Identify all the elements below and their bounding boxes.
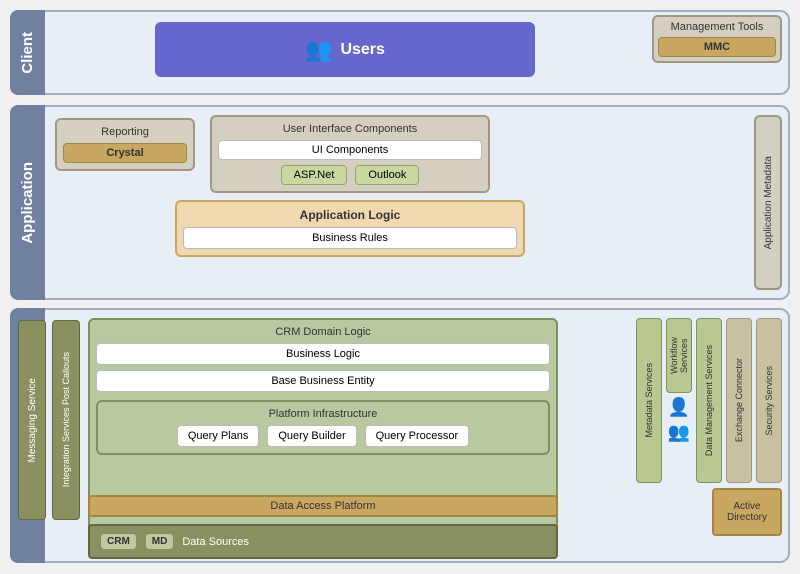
- mmc-box: MMC: [658, 37, 776, 57]
- messaging-service: Messaging Service: [18, 320, 46, 520]
- security-bar: Security Services: [756, 318, 782, 483]
- app-label: Application: [19, 162, 36, 244]
- ui-components-title: User Interface Components: [218, 123, 482, 135]
- reporting-title: Reporting: [63, 126, 187, 138]
- workflow-icons: 👤: [668, 397, 690, 418]
- exchange-label: Exchange Connector: [734, 358, 744, 442]
- workflow-icon2: 👥: [668, 422, 690, 443]
- users-box: 👥 Users: [155, 22, 535, 77]
- business-rules-box: Business Rules: [183, 227, 517, 249]
- platform-row: Query Plans Query Builder Query Processo…: [104, 425, 542, 447]
- base-entity-box: Base Business Entity: [96, 370, 550, 392]
- metadata-svc-label: Metadata Services: [644, 363, 654, 438]
- crystal-box: Crystal: [63, 143, 187, 163]
- workflow-svc-group: Workflow Services 👤 👥: [666, 318, 692, 483]
- data-mgmt-bar: Data Management Services: [696, 318, 722, 483]
- architecture-diagram: Client 👥 Users Management Tools MMC Appl…: [0, 0, 800, 574]
- workflow-svc-bar: Workflow Services: [666, 318, 692, 393]
- data-access-platform: Data Access Platform: [88, 495, 558, 517]
- security-label: Security Services: [764, 366, 774, 436]
- aspnet-item: ASP.Net: [281, 165, 348, 185]
- app-logic-box: Application Logic Business Rules: [175, 200, 525, 257]
- query-processor: Query Processor: [365, 425, 470, 447]
- crm-badge: CRM: [100, 533, 137, 550]
- app-logic-title: Application Logic: [183, 208, 517, 222]
- md-badge: MD: [145, 533, 175, 550]
- messaging-label: Messaging Service: [27, 378, 38, 462]
- management-tools: Management Tools MMC: [652, 15, 782, 63]
- ui-components-box: User Interface Components UI Components …: [210, 115, 490, 193]
- app-label-strip: Application: [10, 105, 45, 300]
- app-metadata: Application Metadata: [754, 115, 782, 290]
- users-icon: 👥: [305, 37, 332, 63]
- crm-domain-title: CRM Domain Logic: [96, 326, 550, 338]
- integration-service: Integration Services Post Callouts: [52, 320, 80, 520]
- ui-row: ASP.Net Outlook: [218, 165, 482, 185]
- query-builder: Query Builder: [267, 425, 356, 447]
- data-sources-label: Data Sources: [182, 536, 249, 548]
- active-directory: Active Directory: [712, 488, 782, 536]
- data-access-label: Data Access Platform: [270, 500, 375, 512]
- platform-infra: Platform Infrastructure Query Plans Quer…: [96, 400, 550, 455]
- users-label: Users: [340, 41, 384, 59]
- business-logic-box: Business Logic: [96, 343, 550, 365]
- app-metadata-label: Application Metadata: [763, 156, 774, 249]
- integration-label: Integration Services Post Callouts: [61, 352, 71, 487]
- metadata-svc-bar: Metadata Services: [636, 318, 662, 483]
- reporting-box: Reporting Crystal: [55, 118, 195, 171]
- outlook-item: Outlook: [355, 165, 419, 185]
- active-dir-label: Active Directory: [714, 501, 780, 523]
- workflow-svc-label: Workflow Services: [669, 319, 689, 392]
- ui-components-inner: UI Components: [218, 140, 482, 160]
- data-mgmt-label: Data Management Services: [704, 345, 714, 456]
- query-plans: Query Plans: [177, 425, 260, 447]
- right-services: Metadata Services Workflow Services 👤 👥 …: [636, 318, 782, 483]
- client-label-strip: Client: [10, 10, 45, 95]
- mgmt-title: Management Tools: [658, 21, 776, 33]
- client-label: Client: [19, 32, 36, 74]
- exchange-bar: Exchange Connector: [726, 318, 752, 483]
- platform-title: Platform Infrastructure: [104, 408, 542, 420]
- data-sources: CRM MD Data Sources: [88, 524, 558, 559]
